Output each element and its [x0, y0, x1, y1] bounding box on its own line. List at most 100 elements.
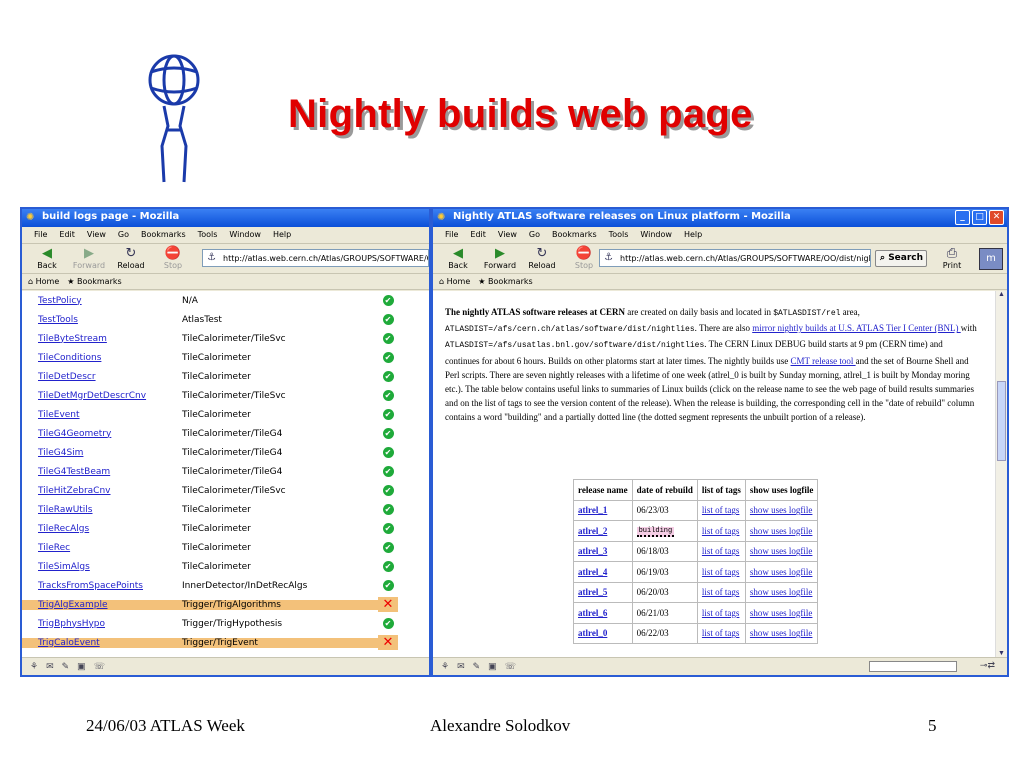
uses-logfile-link[interactable]: show uses logfile	[750, 505, 813, 515]
tags-link[interactable]: list of tags	[702, 505, 740, 515]
package-link[interactable]: TestPolicy	[22, 296, 178, 306]
menu-edit[interactable]: Edit	[59, 230, 75, 243]
package-link[interactable]: TileG4Sim	[22, 448, 178, 458]
package-link[interactable]: TileG4TestBeam	[22, 467, 178, 477]
uses-logfile-link[interactable]: show uses logfile	[750, 608, 813, 618]
scroll-up-icon[interactable]: ▲	[996, 291, 1007, 298]
bookmarks-icon: ★	[478, 277, 486, 286]
menu-help[interactable]: Help	[273, 230, 291, 243]
window-titlebar[interactable]: ✺ build logs page - Mozilla	[22, 209, 429, 227]
package-link[interactable]: TileByteStream	[22, 334, 178, 344]
bookmarks-button[interactable]: ★ Bookmarks	[478, 277, 532, 289]
scroll-thumb[interactable]	[997, 381, 1006, 461]
addressbook-icon[interactable]: ▣	[488, 661, 497, 675]
package-link[interactable]: TileRecAlgs	[22, 524, 178, 534]
menu-tools[interactable]: Tools	[609, 230, 629, 243]
reload-button[interactable]: ↻ Reload	[523, 246, 561, 270]
package-path: Trigger/TrigAlgorithms	[178, 599, 378, 610]
home-bookmark[interactable]: ⌂ Home	[28, 277, 59, 289]
menu-go[interactable]: Go	[529, 230, 540, 243]
menu-window[interactable]: Window	[640, 230, 672, 243]
cmt-release-link[interactable]: CMT release tool	[791, 356, 856, 366]
mail-icon[interactable]: ✉	[46, 661, 54, 675]
package-link[interactable]: TileRec	[22, 543, 178, 553]
package-link[interactable]: TileConditions	[22, 353, 178, 363]
package-link[interactable]: TileSimAlgs	[22, 562, 178, 572]
close-button[interactable]: ✕	[989, 210, 1004, 225]
menu-edit[interactable]: Edit	[470, 230, 486, 243]
composer-icon[interactable]: ✎	[473, 661, 481, 675]
composer-icon[interactable]: ✎	[62, 661, 70, 675]
package-link[interactable]: TileG4Geometry	[22, 429, 178, 439]
window-titlebar[interactable]: ✺ Nightly ATLAS software releases on Lin…	[433, 209, 1007, 227]
package-link[interactable]: TileDetDescr	[22, 372, 178, 382]
menu-file[interactable]: File	[34, 230, 47, 243]
release-link[interactable]: atlrel_4	[578, 567, 607, 577]
url-field[interactable]: ⚓ http://atlas.web.cern.ch/Atlas/GROUPS/…	[599, 249, 871, 267]
menu-go[interactable]: Go	[118, 230, 129, 243]
package-link[interactable]: TrigAlgExample	[22, 599, 178, 610]
maximize-button[interactable]: □	[972, 210, 987, 225]
menu-tools[interactable]: Tools	[198, 230, 218, 243]
menu-window[interactable]: Window	[229, 230, 261, 243]
release-cell: atlrel_6	[573, 602, 633, 624]
scroll-down-icon[interactable]: ▼	[996, 650, 1007, 657]
package-link[interactable]: TrigBphysHypo	[22, 619, 178, 629]
navigator-icon[interactable]: ⚘	[30, 661, 38, 675]
menu-bookmarks[interactable]: Bookmarks	[141, 230, 186, 243]
forward-button[interactable]: ▶ Forward	[481, 246, 519, 270]
vertical-scrollbar[interactable]: ▲ ▼	[995, 291, 1007, 657]
menu-file[interactable]: File	[445, 230, 458, 243]
tags-link[interactable]: list of tags	[702, 526, 740, 536]
uses-logfile-link[interactable]: show uses logfile	[750, 587, 813, 597]
back-button[interactable]: ◀ Back	[28, 246, 66, 270]
release-link[interactable]: atlrel_0	[578, 628, 607, 638]
menu-bookmarks[interactable]: Bookmarks	[552, 230, 597, 243]
navigator-icon[interactable]: ⚘	[441, 661, 449, 675]
addressbook-icon[interactable]: ▣	[77, 661, 86, 675]
menu-view[interactable]: View	[498, 230, 517, 243]
release-link[interactable]: atlrel_1	[578, 505, 607, 515]
chat-icon[interactable]: ☏	[94, 661, 105, 675]
package-link[interactable]: TrigCaloEvent	[22, 637, 178, 648]
package-link[interactable]: TileEvent	[22, 410, 178, 420]
release-link[interactable]: atlrel_6	[578, 608, 607, 618]
home-bookmark[interactable]: ⌂ Home	[439, 277, 470, 289]
footer-date-event: 24/06/03 ATLAS Week	[86, 716, 245, 735]
menu-help[interactable]: Help	[684, 230, 702, 243]
search-button[interactable]: ⌕ Search	[875, 250, 927, 267]
package-link[interactable]: TileRawUtils	[22, 505, 178, 515]
tags-link[interactable]: list of tags	[702, 608, 740, 618]
menu-view[interactable]: View	[87, 230, 106, 243]
url-field[interactable]: ⚓ http://atlas.web.cern.ch/Atlas/GROUPS/…	[202, 249, 429, 267]
tags-link[interactable]: list of tags	[702, 587, 740, 597]
stop-button[interactable]: ⛔ Stop	[565, 246, 603, 270]
tags-link[interactable]: list of tags	[702, 546, 740, 556]
package-link[interactable]: TileHitZebraCnv	[22, 486, 178, 496]
package-link[interactable]: TracksFromSpacePoints	[22, 581, 178, 591]
release-link[interactable]: atlrel_3	[578, 546, 607, 556]
release-cell: atlrel_2	[573, 520, 633, 542]
uses-logfile-link[interactable]: show uses logfile	[750, 546, 813, 556]
mail-icon[interactable]: ✉	[457, 661, 465, 675]
list-item: TileRec TileCalorimeter ✔	[22, 538, 429, 557]
release-link[interactable]: atlrel_2	[578, 526, 607, 536]
tags-link[interactable]: list of tags	[702, 628, 740, 638]
forward-button[interactable]: ▶ Forward	[70, 246, 108, 270]
chat-icon[interactable]: ☏	[505, 661, 516, 675]
print-button[interactable]: ⎙ Print	[933, 246, 971, 270]
reload-button[interactable]: ↻ Reload	[112, 246, 150, 270]
bookmarks-button[interactable]: ★ Bookmarks	[67, 277, 121, 289]
tags-link[interactable]: list of tags	[702, 567, 740, 577]
uses-logfile-link[interactable]: show uses logfile	[750, 567, 813, 577]
minimize-button[interactable]: _	[955, 210, 970, 225]
uses-logfile-link[interactable]: show uses logfile	[750, 526, 813, 536]
bnl-mirror-link[interactable]: mirror nightly builds at U.S. ATLAS Tier…	[752, 323, 961, 333]
package-link[interactable]: TestTools	[22, 315, 178, 325]
table-row: atlrel_6 06/21/03 list of tags show uses lo…	[573, 602, 819, 624]
back-button[interactable]: ◀ Back	[439, 246, 477, 270]
release-link[interactable]: atlrel_5	[578, 587, 607, 597]
stop-button[interactable]: ⛔ Stop	[154, 246, 192, 270]
package-link[interactable]: TileDetMgrDetDescrCnv	[22, 391, 178, 401]
uses-logfile-link[interactable]: show uses logfile	[750, 628, 813, 638]
